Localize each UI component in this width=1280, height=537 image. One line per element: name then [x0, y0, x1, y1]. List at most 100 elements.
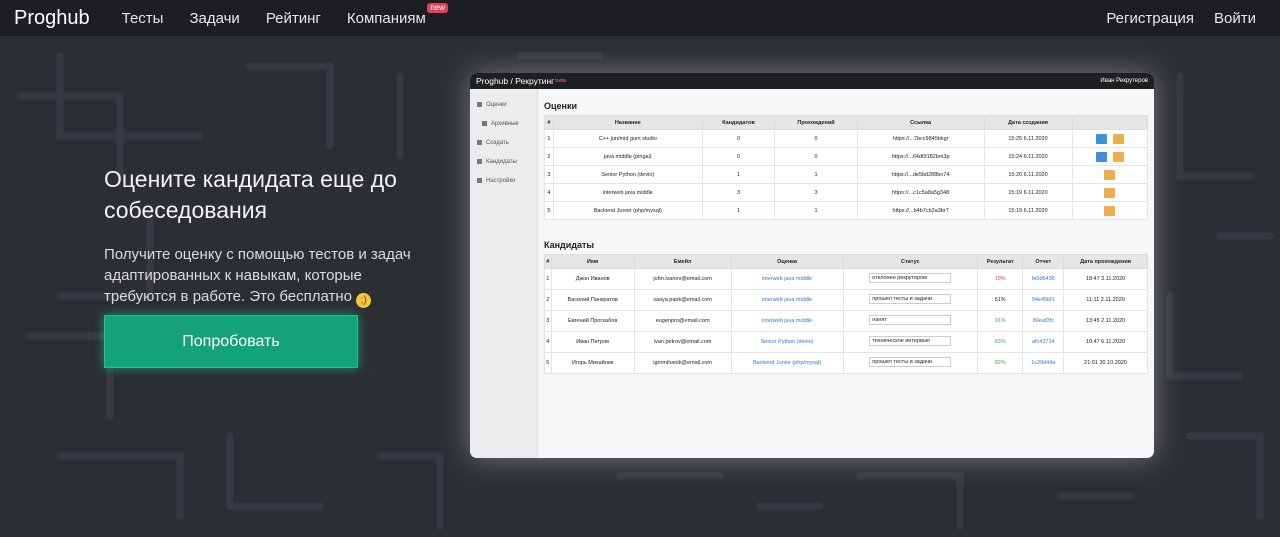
column-header: Отчет [1022, 254, 1065, 269]
result-cell: 91% [977, 310, 1024, 332]
table-cell: eugenpro@email.com [633, 310, 732, 332]
archive-icon[interactable] [1104, 187, 1116, 198]
archive-icon [482, 121, 487, 126]
status-select[interactable]: техническое интервью [869, 336, 952, 346]
sidebar-item-assessments: Оценки [470, 95, 537, 114]
table-row: 2 java middle (pingai) 0 0 https://...64d6f1… [544, 147, 1148, 166]
assessment-link[interactable]: interweb java middle [762, 318, 812, 324]
archive-icon[interactable] [1104, 205, 1116, 216]
status-select[interactable]: отклонен рекрутером [869, 273, 952, 283]
assessment-link[interactable]: Backend Junior (php/mysql) [753, 360, 821, 366]
table-row: 5 Backend Junior (php/mysql) 1 1 https://...… [544, 201, 1148, 220]
row-actions [1071, 129, 1148, 148]
report-link[interactable]: 80eaf2fc [1033, 318, 1054, 324]
table-cell: 13:45 2.11.2020 [1063, 310, 1148, 332]
column-header: Статус [842, 254, 979, 269]
table-cell: https://...b4b7cb2a3br7 [856, 201, 985, 220]
table-cell: interweb java middle [730, 310, 844, 332]
table-cell: 0 [701, 129, 776, 148]
table-cell: 15:20 6.11.2020 [983, 165, 1073, 184]
table-row: 1 C++ jun/mid gum studio 0 0 https://...7bcc… [544, 129, 1148, 148]
column-header: Кандидатов [701, 115, 776, 130]
nav-rating[interactable]: Рейтинг [266, 10, 321, 27]
table-row: 4 Иван Петров ivan.petrov@email.com Senior … [544, 331, 1148, 353]
assessments-table: # Название Кандидатов Прохождений Ссылка Дата… [544, 115, 1148, 220]
column-header: Результат [977, 254, 1024, 269]
archive-icon[interactable] [1112, 133, 1124, 144]
column-header: Ссылка [856, 115, 985, 130]
report-link[interactable]: 94e45bf1 [1032, 297, 1055, 303]
table-cell: 0 [774, 147, 858, 166]
sidebar-item-settings: Настройки [470, 171, 537, 190]
result-cell: 51% [977, 289, 1024, 311]
result-cell: 19% [977, 268, 1024, 290]
beta-badge: beta [555, 78, 566, 84]
table-cell: 1 [701, 201, 776, 220]
table-cell: Senior Python (devio) [552, 165, 703, 184]
status-select[interactable]: прошел тесты и задачи [869, 294, 952, 304]
table-cell: Senior Python (devio) [730, 331, 844, 353]
archive-icon[interactable] [1104, 169, 1116, 180]
status-select[interactable]: нанят [869, 315, 952, 325]
try-button[interactable]: Попробовать [104, 315, 358, 368]
assessments-heading: Оценки [544, 101, 578, 111]
assessment-link[interactable]: Senior Python (devio) [761, 339, 814, 345]
table-cell: https://...de5bd288bn74 [856, 165, 985, 184]
column-header: Емейл [633, 254, 732, 269]
table-cell: прошел тесты и задачи [842, 289, 979, 311]
table-cell: 3 [544, 165, 554, 184]
column-header: Имя [550, 254, 635, 269]
hero: Оцените кандидата еще до собеседования П… [104, 164, 424, 308]
register-link[interactable]: Регистрация [1106, 10, 1194, 27]
table-cell: fe0d6436 [1022, 268, 1065, 290]
users-icon [477, 159, 482, 164]
assessment-link[interactable]: interweb java middle [762, 297, 812, 303]
sidebar-item-label: Кандидаты [486, 158, 517, 165]
table-cell: Иван Петров [550, 331, 635, 353]
table-cell: john.ivanov@email.com [633, 268, 732, 290]
table-cell: 4 [544, 331, 552, 353]
nav-tests[interactable]: Тесты [122, 10, 164, 27]
edit-icon[interactable] [1095, 133, 1107, 144]
app-preview: Proghub / Рекрутинг beta Иван Рекрутеров… [470, 73, 1154, 458]
table-cell: техническое интервью [842, 331, 979, 353]
table-cell: 1 [774, 165, 858, 184]
table-cell: 21:01 30.10.2020 [1063, 352, 1148, 374]
column-header: Прохождений [774, 115, 858, 130]
table-cell: 3 [774, 183, 858, 202]
assessment-link[interactable]: interweb java middle [762, 276, 812, 282]
row-actions [1071, 201, 1148, 220]
gear-icon [477, 178, 482, 183]
sidebar-item-label: Архивные [491, 120, 519, 127]
table-cell: 18:47 3.11.2020 [1063, 268, 1148, 290]
nav-tasks[interactable]: Задачи [189, 10, 239, 27]
archive-icon[interactable] [1112, 151, 1124, 162]
table-cell: 10:47 6.11.2020 [1063, 331, 1148, 353]
edit-icon[interactable] [1095, 151, 1107, 162]
table-cell: https://...c1c5a8a5g348 [856, 183, 985, 202]
report-link[interactable]: fe0d6436 [1032, 276, 1055, 282]
table-cell: C++ jun/mid gum studio [552, 129, 703, 148]
status-select[interactable]: прошел тесты и задачи [869, 357, 952, 367]
table-row: 2 Василий Панкратов vasya.pank@email.com in… [544, 289, 1148, 311]
table-cell: прошел тесты и задачи [842, 352, 979, 374]
table-cell: 0 [774, 129, 858, 148]
report-link[interactable]: 1c29d44a [1031, 360, 1055, 366]
table-cell: 15:19 6.11.2020 [983, 183, 1073, 202]
table-cell: 1 [544, 129, 554, 148]
table-cell: interweb java middle [552, 183, 703, 202]
brand-logo[interactable]: Proghub [14, 7, 90, 30]
column-header: Дата прохождения [1063, 254, 1148, 269]
column-header: # [544, 115, 554, 130]
table-cell: 2 [544, 147, 554, 166]
table-cell: Василий Панкратов [550, 289, 635, 311]
candidates-table: # Имя Емейл Оценка Статус Результат Отчет Дата … [544, 254, 1148, 374]
nav-companies[interactable]: Компаниям new [347, 2, 448, 27]
table-cell: igormihanik@email.com [633, 352, 732, 374]
row-actions [1071, 165, 1148, 184]
report-link[interactable]: afc43714 [1032, 339, 1055, 345]
new-badge: new [427, 2, 448, 13]
login-link[interactable]: Войти [1214, 10, 1256, 27]
column-header: # [544, 254, 552, 269]
table-cell: 3 [701, 183, 776, 202]
